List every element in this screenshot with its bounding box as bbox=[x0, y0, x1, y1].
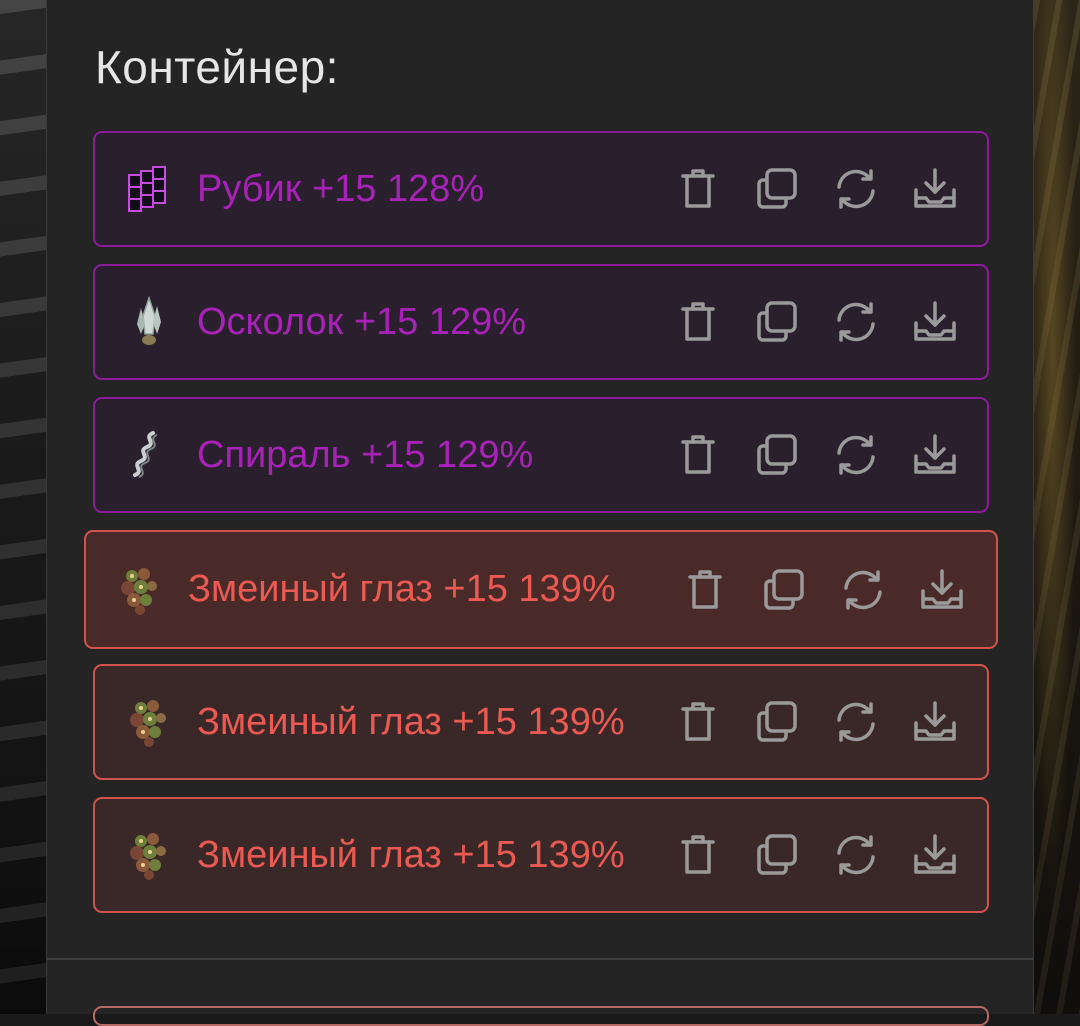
list-item[interactable]: Змеиный глаз +15 139% bbox=[84, 530, 998, 649]
download-icon[interactable] bbox=[914, 562, 970, 618]
refresh-icon[interactable] bbox=[835, 562, 891, 618]
download-icon[interactable] bbox=[907, 161, 963, 217]
download-icon[interactable] bbox=[907, 694, 963, 750]
copy-icon[interactable] bbox=[749, 161, 805, 217]
download-icon[interactable] bbox=[907, 427, 963, 483]
download-icon[interactable] bbox=[907, 294, 963, 350]
list-item[interactable]: Спираль +15 129% bbox=[93, 397, 989, 513]
trash-icon[interactable] bbox=[677, 562, 733, 618]
copy-icon[interactable] bbox=[756, 562, 812, 618]
trash-icon[interactable] bbox=[670, 694, 726, 750]
copy-icon[interactable] bbox=[749, 694, 805, 750]
snake-eye-icon bbox=[121, 827, 177, 883]
download-icon[interactable] bbox=[907, 827, 963, 883]
refresh-icon[interactable] bbox=[828, 161, 884, 217]
item-label: Змеиный глаз +15 139% bbox=[197, 833, 625, 876]
trash-icon[interactable] bbox=[670, 427, 726, 483]
container-panel: Контейнер: Рубик +15 128% Осколок +15 12… bbox=[46, 0, 1034, 1026]
copy-icon[interactable] bbox=[749, 827, 805, 883]
refresh-icon[interactable] bbox=[828, 294, 884, 350]
refresh-icon[interactable] bbox=[828, 694, 884, 750]
copy-icon[interactable] bbox=[749, 294, 805, 350]
crystal-shard-icon bbox=[121, 294, 177, 350]
list-item[interactable]: Осколок +15 129% bbox=[93, 264, 989, 380]
section-divider bbox=[47, 958, 1033, 960]
container-title: Контейнер: bbox=[95, 41, 339, 93]
item-label: Змеиный глаз +15 139% bbox=[197, 700, 625, 743]
item-label: Змеиный глаз +15 139% bbox=[188, 568, 616, 610]
refresh-icon[interactable] bbox=[828, 427, 884, 483]
next-section-card bbox=[93, 1006, 989, 1026]
refresh-icon[interactable] bbox=[828, 827, 884, 883]
snake-eye-icon bbox=[121, 694, 177, 750]
list-item[interactable]: Змеиный глаз +15 139% bbox=[93, 797, 989, 913]
list-item[interactable]: Змеиный глаз +15 139% bbox=[93, 664, 989, 780]
snake-eye-icon bbox=[112, 562, 168, 618]
item-label: Рубик +15 128% bbox=[197, 167, 485, 210]
trash-icon[interactable] bbox=[670, 294, 726, 350]
item-label: Осколок +15 129% bbox=[197, 300, 527, 343]
spiral-icon bbox=[121, 427, 177, 483]
background-right bbox=[1034, 0, 1080, 1014]
list-item[interactable]: Рубик +15 128% bbox=[93, 131, 989, 247]
cube-icon bbox=[121, 161, 177, 217]
copy-icon[interactable] bbox=[749, 427, 805, 483]
background-left bbox=[0, 0, 47, 1014]
trash-icon[interactable] bbox=[670, 827, 726, 883]
trash-icon[interactable] bbox=[670, 161, 726, 217]
item-label: Спираль +15 129% bbox=[197, 433, 534, 476]
